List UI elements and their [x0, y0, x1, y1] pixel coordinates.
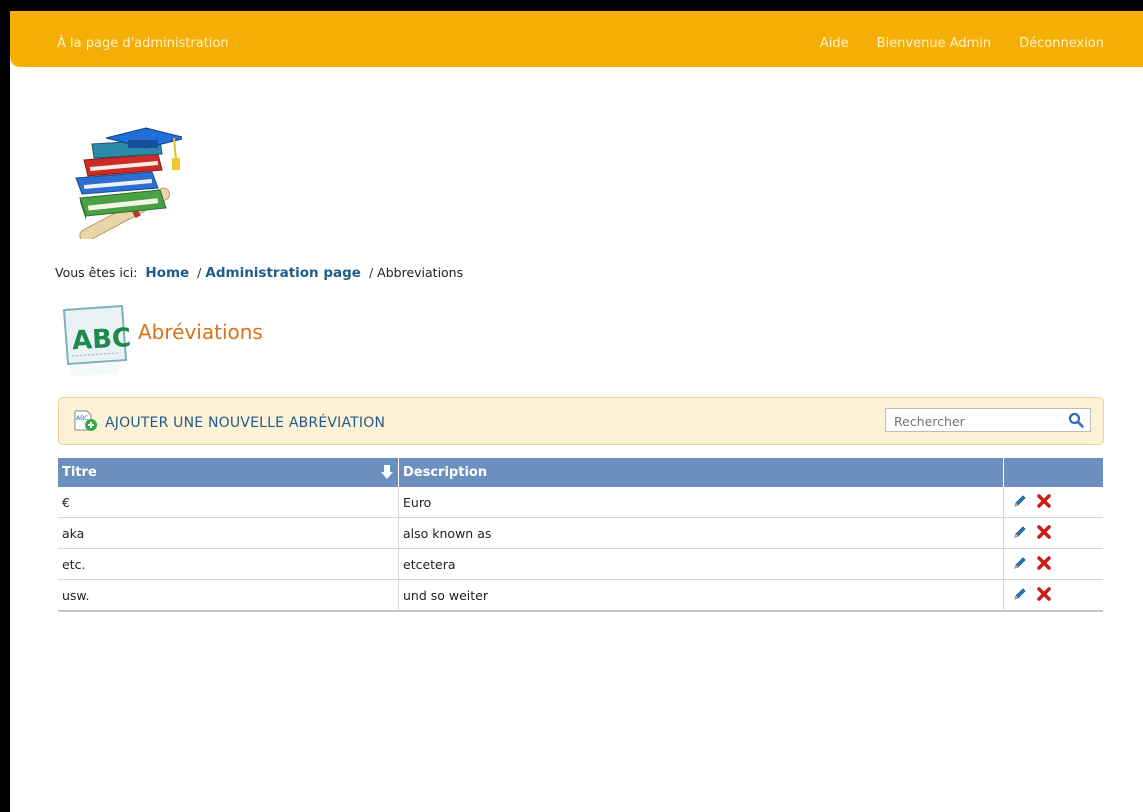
breadcrumb-current: Abbreviations	[377, 265, 464, 280]
row-actions	[1008, 524, 1099, 543]
cell-title: €	[58, 487, 399, 518]
add-abbreviation-button[interactable]: ABC AJOUTER UNE NOUVELLE ABRÉVIATION	[73, 410, 385, 436]
books-graduation-cap-icon	[62, 124, 187, 242]
cell-title: etc.	[58, 548, 399, 580]
add-abbreviation-label: AJOUTER UNE NOUVELLE ABRÉVIATION	[105, 415, 386, 431]
add-document-icon: ABC	[73, 410, 99, 436]
svg-text:ABC: ABC	[76, 415, 88, 422]
breadcrumb-administration[interactable]: Administration page	[205, 265, 361, 281]
top-bar: À la page d'administration Aide Bienvenu…	[10, 11, 1143, 67]
column-header-title-label: Titre	[62, 465, 97, 480]
row-actions	[1008, 586, 1099, 605]
cell-title: aka	[58, 517, 399, 549]
breadcrumb: Vous êtes ici: Home / Administration page…	[55, 265, 463, 281]
red-x-icon[interactable]	[1036, 555, 1052, 574]
row-actions	[1008, 555, 1099, 574]
cell-actions	[1003, 548, 1103, 580]
cell-actions	[1003, 517, 1103, 549]
cell-description: also known as	[398, 517, 1004, 549]
table-row: € Euro	[58, 487, 1103, 518]
logout-link[interactable]: Déconnexion	[1019, 36, 1104, 51]
toolbar: ABC AJOUTER UNE NOUVELLE ABRÉVIATION	[58, 397, 1104, 445]
welcome-user-link[interactable]: Bienvenue Admin	[877, 36, 992, 51]
column-header-actions	[1003, 458, 1103, 487]
admin-page-link[interactable]: À la page d'administration	[57, 36, 229, 51]
cell-description: Euro	[398, 487, 1004, 518]
pencil-icon[interactable]	[1012, 586, 1028, 605]
breadcrumb-home[interactable]: Home	[145, 265, 189, 281]
column-header-title[interactable]: Titre	[58, 458, 399, 487]
sort-down-arrow-icon[interactable]	[380, 464, 394, 484]
search-icon[interactable]	[1068, 412, 1084, 432]
pencil-icon[interactable]	[1012, 493, 1028, 512]
page-frame: À la page d'administration Aide Bienvenu…	[10, 11, 1143, 812]
red-x-icon[interactable]	[1036, 493, 1052, 512]
table-row: aka also known as	[58, 517, 1103, 549]
table-row: usw. und so weiter	[58, 579, 1103, 612]
help-link[interactable]: Aide	[820, 36, 849, 51]
table-row: etc. etcetera	[58, 548, 1103, 580]
abc-board-icon: ABC	[60, 304, 132, 376]
table-header-row: Titre Description	[58, 458, 1103, 487]
red-x-icon[interactable]	[1036, 524, 1052, 543]
pencil-icon[interactable]	[1012, 555, 1028, 574]
column-header-description[interactable]: Description	[398, 458, 1004, 487]
red-x-icon[interactable]	[1036, 586, 1052, 605]
page-title: Abréviations	[138, 320, 263, 344]
breadcrumb-separator: /	[368, 265, 374, 280]
svg-text:ABC: ABC	[71, 323, 130, 356]
cell-actions	[1003, 487, 1103, 518]
page-header: ABC Abréviations	[60, 304, 320, 384]
cell-description: etcetera	[398, 548, 1004, 580]
row-actions	[1008, 493, 1099, 512]
top-nav: Aide Bienvenue Admin Déconnexion	[820, 36, 1104, 51]
abbreviations-table: Titre Description € Euro aka also known as e…	[58, 458, 1103, 612]
cell-title: usw.	[58, 579, 399, 612]
search-box	[885, 408, 1091, 432]
pencil-icon[interactable]	[1012, 524, 1028, 543]
breadcrumb-prefix: Vous êtes ici:	[55, 265, 138, 280]
cell-actions	[1003, 579, 1103, 612]
cell-description: und so weiter	[398, 579, 1004, 612]
search-input[interactable]	[892, 410, 1066, 432]
table-body: € Euro aka also known as etc. etcetera usw. und…	[58, 487, 1103, 612]
breadcrumb-separator: /	[197, 265, 202, 280]
